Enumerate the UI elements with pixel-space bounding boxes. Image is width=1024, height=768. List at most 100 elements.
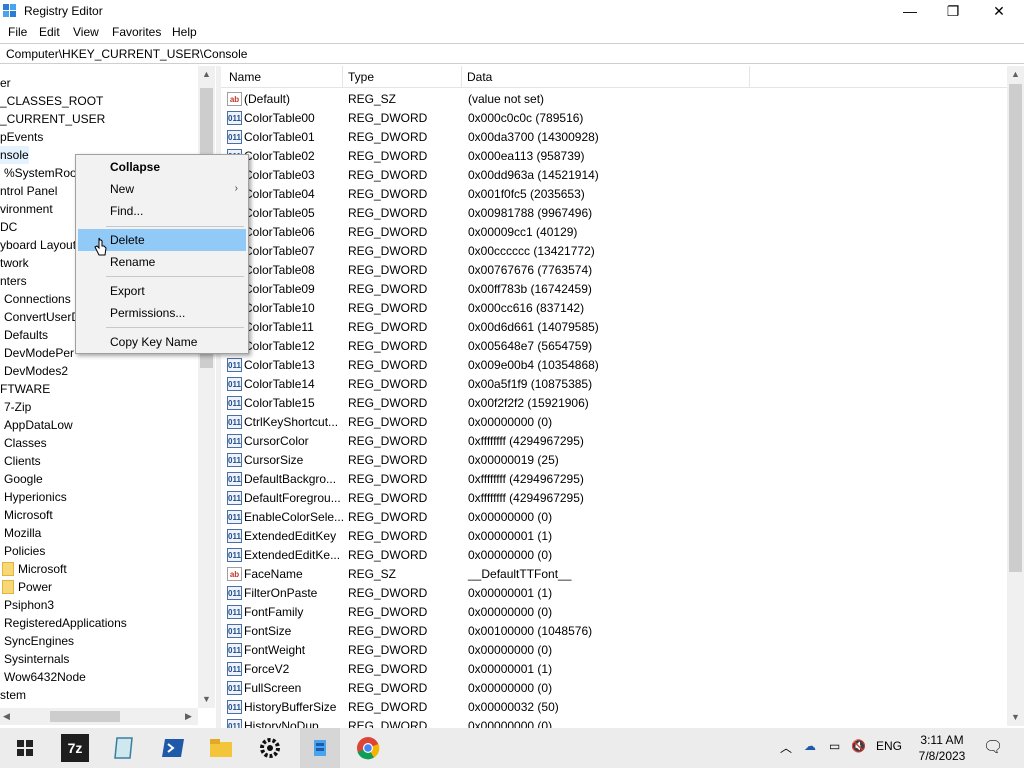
list-row[interactable]: 011ColorTable06REG_DWORD0x00009cc1 (4012… <box>221 223 1011 242</box>
tree-item[interactable]: Clients <box>4 452 41 470</box>
onedrive-cloud-icon[interactable]: ☁ <box>804 739 816 753</box>
network-icon[interactable]: ▭ <box>829 739 840 753</box>
tree-item[interactable]: stem <box>0 686 26 704</box>
menu-new[interactable]: New › <box>78 178 246 200</box>
notifications-icon[interactable]: 🗨 <box>983 737 1003 757</box>
tree-item[interactable]: pEvents <box>0 128 43 146</box>
settings-gear-icon[interactable] <box>256 734 284 762</box>
menu-file[interactable]: File <box>8 25 27 39</box>
tree-item[interactable]: _CLASSES_ROOT <box>0 92 103 110</box>
tree-item[interactable]: Classes <box>4 434 47 452</box>
tree-item[interactable]: RegisteredApplications <box>4 614 127 632</box>
scroll-right-arrow-icon[interactable]: ▶ <box>185 711 192 722</box>
menu-find[interactable]: Find... <box>78 200 246 222</box>
close-button[interactable]: ✕ <box>976 0 1022 22</box>
tree-item[interactable]: ntrol Panel <box>0 182 57 200</box>
tree-item[interactable]: SyncEngines <box>4 632 74 650</box>
list-row[interactable]: 011ColorTable07REG_DWORD0x00cccccc (1342… <box>221 242 1011 261</box>
list-row[interactable]: 011 ColorTable01 REG_DWORD 0x00da3700 (1430… <box>221 128 1011 147</box>
menu-favorites[interactable]: Favorites <box>112 25 161 39</box>
list-row[interactable]: 011 DefaultBackgro... REG_DWORD 0xffffffff … <box>221 470 1011 489</box>
tree-item[interactable]: ConvertUserD <box>4 308 80 326</box>
menu-copy-key-name[interactable]: Copy Key Name <box>78 331 246 353</box>
list-row[interactable]: 011 ExtendedEditKey REG_DWORD 0x00000001 (1… <box>221 527 1011 546</box>
list-row[interactable]: 011 CursorColor REG_DWORD 0xffffffff (42949… <box>221 432 1011 451</box>
tree-item[interactable]: _CURRENT_USER <box>0 110 105 128</box>
list-row[interactable]: 011 ColorTable13 REG_DWORD 0x009e00b4 (1035… <box>221 356 1011 375</box>
list-row[interactable]: 011 FontFamily REG_DWORD 0x00000000 (0) <box>221 603 1011 622</box>
list-row[interactable]: ab (Default) REG_SZ (value not set) <box>221 90 1011 109</box>
list-row[interactable]: 011 FontSize REG_DWORD 0x00100000 (1048576) <box>221 622 1011 641</box>
list-row[interactable]: 011 CursorSize REG_DWORD 0x00000019 (25) <box>221 451 1011 470</box>
list-row[interactable]: 011ColorTable10REG_DWORD0x000cc616 (8371… <box>221 299 1011 318</box>
tree-item[interactable]: yboard Layout <box>0 236 76 254</box>
registry-editor-taskbar-icon[interactable] <box>306 734 334 762</box>
maximize-button[interactable]: ❐ <box>930 0 976 22</box>
tree-item[interactable]: Psiphon3 <box>4 596 54 614</box>
column-divider[interactable] <box>342 66 343 88</box>
tree-item[interactable]: nsole <box>0 146 29 164</box>
list-row[interactable]: 011ColorTable02REG_DWORD0x000ea113 (9587… <box>221 147 1011 166</box>
column-data-header[interactable]: Data <box>467 70 492 84</box>
tree-item[interactable]: nters <box>0 272 27 290</box>
tray-chevron-up-icon[interactable]: ︿ <box>780 739 792 756</box>
tree-item[interactable]: %SystemRoot <box>4 164 80 182</box>
list-row[interactable]: 011 HistoryBufferSize REG_DWORD 0x00000032 … <box>221 698 1011 717</box>
tree-item[interactable]: Connections <box>4 290 71 308</box>
column-name-header[interactable]: Name <box>229 70 261 84</box>
file-explorer-icon[interactable] <box>207 734 235 762</box>
clock-time[interactable]: 3:11 AM <box>912 733 972 747</box>
minimize-button[interactable]: — <box>887 0 933 22</box>
column-divider[interactable] <box>461 66 462 88</box>
list-row[interactable]: 011ColorTable12REG_DWORD0x005648e7 (5654… <box>221 337 1011 356</box>
list-row[interactable]: 011ColorTable09REG_DWORD0x00ff783b (1674… <box>221 280 1011 299</box>
tree-item[interactable]: DC <box>0 218 17 236</box>
list-row[interactable]: 011 FontWeight REG_DWORD 0x00000000 (0) <box>221 641 1011 660</box>
menu-edit[interactable]: Edit <box>39 25 60 39</box>
list-row[interactable]: 011ColorTable11REG_DWORD0x00d6d661 (1407… <box>221 318 1011 337</box>
list-row[interactable]: 011 ForceV2 REG_DWORD 0x00000001 (1) <box>221 660 1011 679</box>
scroll-down-arrow-icon[interactable]: ▼ <box>202 694 211 704</box>
seven-zip-icon[interactable]: 7z <box>61 734 89 762</box>
tree-item[interactable]: Sysinternals <box>4 650 69 668</box>
list-row[interactable]: 011 DefaultForegrou... REG_DWORD 0xffffffff… <box>221 489 1011 508</box>
tree-item[interactable]: AppDataLow <box>4 416 73 434</box>
tree-horizontal-scrollbar[interactable]: ◀ ▶ <box>0 708 198 725</box>
menu-collapse[interactable]: Collapse <box>78 156 246 178</box>
address-path[interactable]: Computer\HKEY_CURRENT_USER\Console <box>6 47 247 61</box>
volume-muted-icon[interactable]: 🔇 <box>851 739 866 753</box>
chrome-icon[interactable] <box>354 734 382 762</box>
menu-help[interactable]: Help <box>172 25 197 39</box>
menu-view[interactable]: View <box>73 25 99 39</box>
list-row[interactable]: 011 FullScreen REG_DWORD 0x00000000 (0) <box>221 679 1011 698</box>
clock-date[interactable]: 7/8/2023 <box>912 749 972 763</box>
tree-item[interactable]: Microsoft <box>18 560 67 578</box>
list-row[interactable]: 011 ColorTable00 REG_DWORD 0x000c0c0c (7895… <box>221 109 1011 128</box>
tree-hscroll-thumb[interactable] <box>50 711 120 722</box>
tree-item[interactable]: vironment <box>0 200 53 218</box>
menu-permissions[interactable]: Permissions... <box>78 302 246 324</box>
list-row[interactable]: 011ColorTable03REG_DWORD0x00dd963a (1452… <box>221 166 1011 185</box>
tree-item[interactable]: 7-Zip <box>4 398 31 416</box>
column-type-header[interactable]: Type <box>348 70 374 84</box>
tree-item[interactable]: Microsoft <box>4 506 53 524</box>
list-row[interactable]: 011 HistoryNoDup REG_DWORD 0x00000000 (0) <box>221 717 1011 728</box>
powershell-icon[interactable] <box>159 734 187 762</box>
list-row[interactable]: ab FaceName REG_SZ __DefaultTTFont__ <box>221 565 1011 584</box>
tree-item[interactable]: er <box>0 74 11 92</box>
tree-item[interactable]: FTWARE <box>0 380 50 398</box>
tree-item[interactable]: Hyperionics <box>4 488 67 506</box>
windows-start-icon[interactable] <box>11 734 39 762</box>
scroll-up-arrow-icon[interactable]: ▲ <box>202 69 211 79</box>
tree-item[interactable]: Wow6432Node <box>4 668 86 686</box>
list-vertical-scrollbar[interactable]: ▲ ▼ <box>1007 66 1024 726</box>
tree-item[interactable]: DevModes2 <box>4 362 68 380</box>
list-row[interactable]: 011 ColorTable15 REG_DWORD 0x00f2f2f2 (1592… <box>221 394 1011 413</box>
list-row[interactable]: 011ColorTable05REG_DWORD0x00981788 (9967… <box>221 204 1011 223</box>
list-row[interactable]: 011 CtrlKeyShortcut... REG_DWORD 0x00000000… <box>221 413 1011 432</box>
tree-item[interactable]: Power <box>18 578 52 596</box>
address-bar[interactable]: Computer\HKEY_CURRENT_USER\Console <box>0 43 1024 64</box>
tree-item[interactable]: Policies <box>4 542 45 560</box>
language-indicator[interactable]: ENG <box>876 739 902 753</box>
scroll-up-arrow-icon[interactable]: ▲ <box>1011 69 1020 79</box>
